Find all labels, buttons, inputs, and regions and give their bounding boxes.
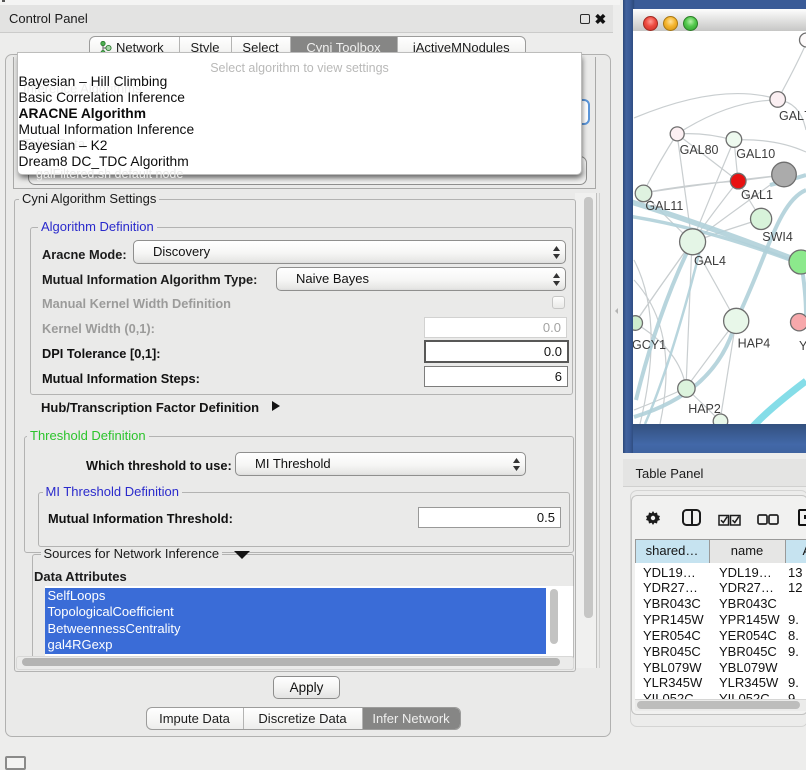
svg-text:HAP4: HAP4 [738, 337, 771, 351]
svg-text:HAP2: HAP2 [688, 402, 721, 416]
svg-text:GAL7: GAL7 [779, 109, 806, 123]
svg-text:GAL1: GAL1 [741, 188, 773, 202]
svg-text:GCY1: GCY1 [633, 338, 666, 352]
svg-text:SWI4: SWI4 [762, 230, 793, 244]
svg-text:GAL4: GAL4 [694, 254, 726, 268]
svg-text:GAL80: GAL80 [680, 143, 719, 157]
svg-text:GAL10: GAL10 [736, 147, 775, 161]
svg-text:YMR: YMR [799, 339, 806, 353]
svg-text:GAL11: GAL11 [645, 199, 683, 213]
